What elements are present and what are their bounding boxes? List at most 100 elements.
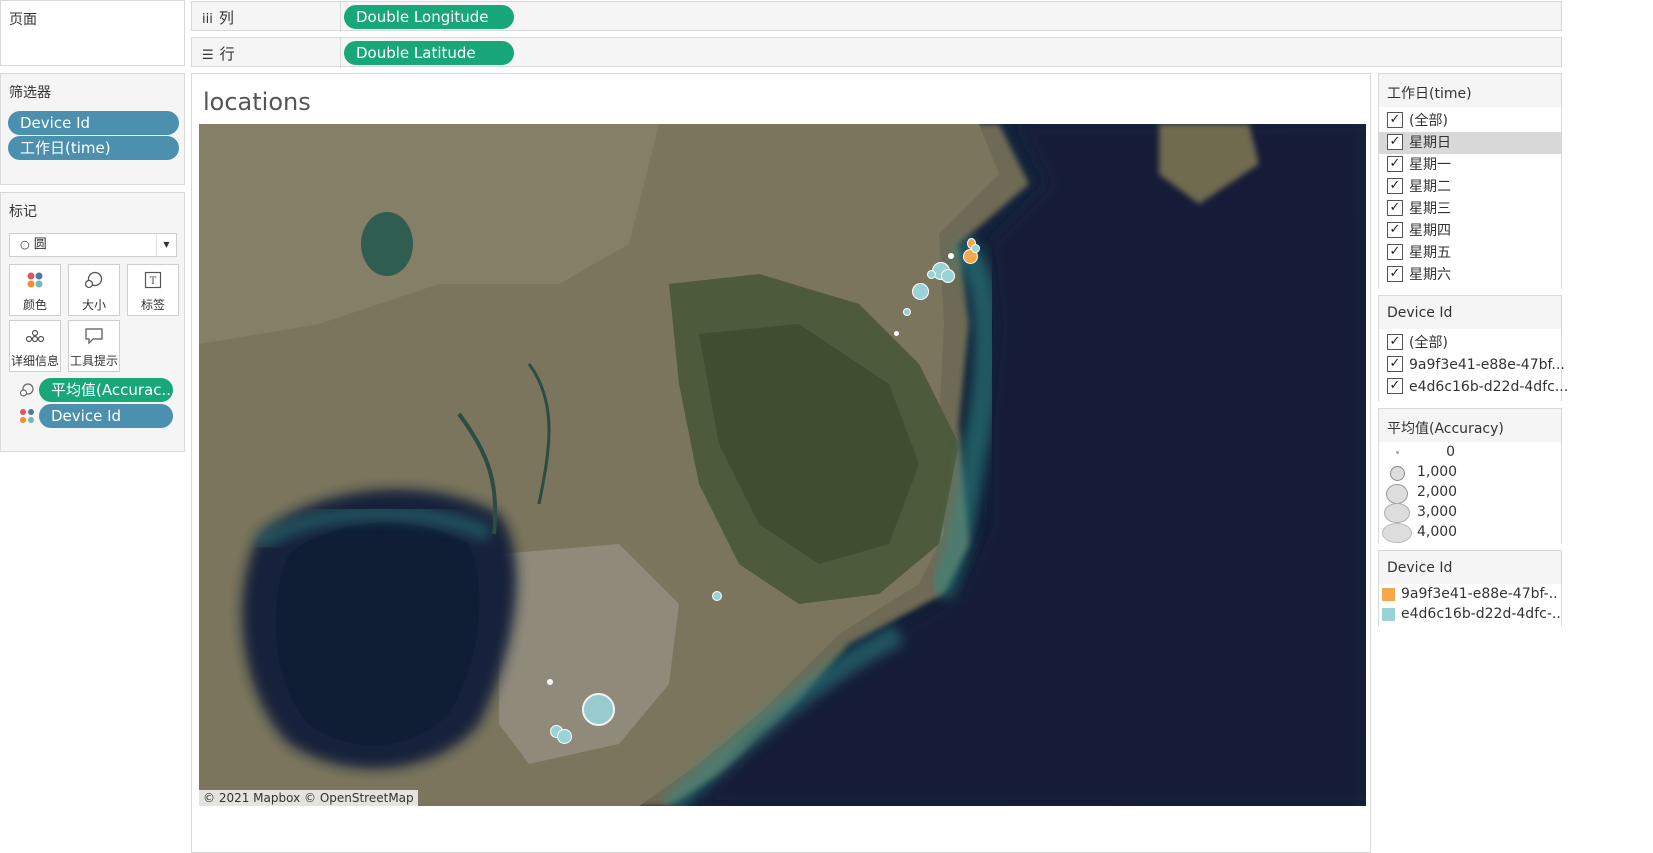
size-legend-item[interactable]: 1,000: [1379, 463, 1561, 483]
filter-pill-weekday[interactable]: 工作日(time): [8, 136, 179, 160]
data-mark[interactable]: [941, 269, 955, 283]
filters-shelf[interactable]: 筛选器 Device Id 工作日(time): [0, 73, 185, 185]
size-legend-item[interactable]: 3,000: [1379, 503, 1561, 523]
columns-icon: iii: [202, 12, 213, 27]
columns-label: 列: [218, 9, 234, 27]
rows-label: 行: [219, 45, 235, 63]
rows-icon: ☰: [202, 48, 214, 63]
tooltip-icon: [69, 327, 119, 348]
data-mark[interactable]: [894, 331, 899, 336]
device-filter-card: Device Id (全部) 9a9f3e41-e88e-47bf... e4d…: [1378, 295, 1568, 401]
divider: [340, 38, 341, 68]
columns-shelf[interactable]: iii 列 Double Longitude: [191, 1, 1562, 32]
color-legend-item[interactable]: e4d6c16b-d22d-4dfc-..: [1382, 605, 1561, 625]
checkbox-icon[interactable]: [1387, 134, 1403, 150]
device-option-1[interactable]: 9a9f3e41-e88e-47bf...: [1387, 354, 1565, 376]
device-option-all[interactable]: (全部): [1387, 332, 1448, 354]
columns-pill-longitude[interactable]: Double Longitude: [344, 5, 514, 29]
weekday-option-tuesday[interactable]: 星期二: [1387, 176, 1451, 198]
data-mark[interactable]: [912, 283, 929, 300]
weekday-option-thursday[interactable]: 星期四: [1387, 220, 1451, 242]
label-button[interactable]: T 标签: [127, 264, 179, 316]
data-mark[interactable]: [557, 729, 572, 744]
device-filter-title: Device Id: [1387, 305, 1453, 321]
weekday-filter-title: 工作日(time): [1387, 86, 1472, 102]
checkbox-icon[interactable]: [1387, 356, 1403, 372]
data-mark[interactable]: [582, 693, 615, 726]
size-legend-item[interactable]: 2,000: [1379, 483, 1561, 504]
weekday-option-monday[interactable]: 星期一: [1387, 154, 1451, 176]
data-mark[interactable]: [903, 308, 911, 316]
size-legend-item[interactable]: 4,000: [1379, 523, 1561, 543]
size-button[interactable]: 大小: [68, 264, 120, 316]
map-marks: [199, 124, 1366, 806]
map-attribution[interactable]: © 2021 Mapbox © OpenStreetMap: [199, 790, 418, 806]
circle-icon: [1382, 523, 1412, 543]
color-icon: [10, 271, 60, 292]
tooltip-button[interactable]: 工具提示: [68, 320, 120, 372]
weekday-option-wednesday[interactable]: 星期三: [1387, 198, 1451, 220]
data-mark[interactable]: [948, 253, 954, 259]
size-icon: [19, 382, 35, 402]
detail-button[interactable]: 详细信息: [9, 320, 61, 372]
data-mark[interactable]: [712, 591, 722, 601]
color-swatch: [1382, 608, 1395, 621]
weekday-option-saturday[interactable]: 星期六: [1387, 264, 1451, 286]
color-legend-title: Device Id: [1387, 560, 1453, 576]
view-area: locations © 2021 Mapbox © OpenStreetMap: [191, 73, 1371, 853]
data-mark[interactable]: [547, 679, 553, 685]
pages-label: 页面: [9, 12, 37, 28]
color-button[interactable]: 颜色: [9, 264, 61, 316]
rows-pill-latitude[interactable]: Double Latitude: [344, 41, 514, 65]
weekday-option-sunday[interactable]: 星期日: [1379, 132, 1561, 154]
checkbox-icon[interactable]: [1387, 378, 1403, 394]
filter-pill-device-id[interactable]: Device Id: [8, 111, 179, 135]
rows-shelf[interactable]: ☰ 行 Double Latitude: [191, 37, 1562, 68]
size-legend-card: 平均值(Accuracy) 0 1,000 2,000 3,000 4,000: [1378, 408, 1562, 544]
divider: [340, 2, 341, 32]
weekday-filter-card: 工作日(time) (全部) 星期日 星期一 星期二 星期三 星期四 星期五 星…: [1378, 73, 1562, 289]
checkbox-icon[interactable]: [1387, 222, 1403, 238]
label-button-label: 标签: [140, 298, 165, 312]
color-icon: [19, 408, 35, 428]
checkbox-icon[interactable]: [1387, 112, 1403, 128]
marks-pill-device-id[interactable]: Device Id: [39, 404, 173, 428]
color-legend-item[interactable]: 9a9f3e41-e88e-47bf-..: [1382, 585, 1560, 605]
svg-text:T: T: [150, 276, 157, 287]
marks-title: 标记: [9, 204, 37, 220]
size-legend-item[interactable]: 0: [1379, 443, 1561, 463]
checkbox-icon[interactable]: [1387, 266, 1403, 282]
mark-type-select[interactable]: ○ 圆 ▼: [9, 233, 177, 257]
color-button-label: 颜色: [22, 298, 47, 312]
size-icon: [69, 271, 119, 292]
weekday-option-friday[interactable]: 星期五: [1387, 242, 1451, 264]
color-legend-card: Device Id 9a9f3e41-e88e-47bf-.. e4d6c16b…: [1378, 550, 1562, 626]
chevron-down-icon: ▼: [156, 234, 176, 256]
text-label-icon: T: [128, 271, 178, 292]
detail-button-label: 详细信息: [10, 354, 59, 368]
device-option-2[interactable]: e4d6c16b-d22d-4dfc...: [1387, 376, 1568, 398]
detail-icon: [10, 327, 60, 348]
checkbox-icon[interactable]: [1387, 178, 1403, 194]
circle-icon: ○: [20, 238, 30, 251]
circle-icon: [1384, 503, 1410, 523]
view-title: locations: [203, 88, 311, 116]
weekday-option-all[interactable]: (全部): [1387, 110, 1448, 132]
data-mark[interactable]: [971, 244, 980, 253]
tooltip-button-label: 工具提示: [69, 354, 118, 368]
mark-type-label: 圆: [33, 237, 47, 252]
color-swatch: [1382, 588, 1395, 601]
map-canvas[interactable]: © 2021 Mapbox © OpenStreetMap: [199, 124, 1366, 806]
data-mark[interactable]: [927, 270, 936, 279]
checkbox-icon[interactable]: [1387, 244, 1403, 260]
size-button-label: 大小: [81, 298, 106, 312]
marks-pill-accuracy[interactable]: 平均值(Accurac..: [39, 378, 173, 402]
checkbox-icon[interactable]: [1387, 156, 1403, 172]
pages-shelf[interactable]: 页面: [0, 0, 185, 66]
circle-icon: [1386, 484, 1408, 504]
size-legend-title: 平均值(Accuracy): [1387, 421, 1504, 437]
checkbox-icon[interactable]: [1387, 200, 1403, 216]
filters-title: 筛选器: [9, 85, 51, 101]
checkbox-icon[interactable]: [1387, 334, 1403, 350]
circle-icon: [1390, 466, 1405, 481]
